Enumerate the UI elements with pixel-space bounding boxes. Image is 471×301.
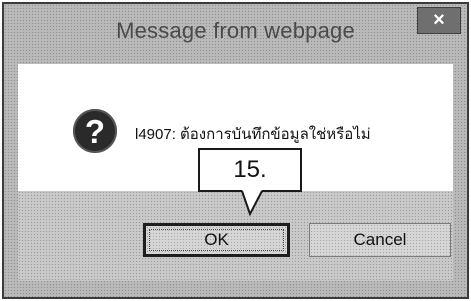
dialog-message: l4907: ต้องการบันทึกข้อมูลใช่หรือไม่ [135, 126, 371, 143]
question-icon: ? [73, 109, 117, 153]
button-bar: OK Cancel [18, 191, 453, 281]
focus-rectangle [149, 229, 284, 251]
cancel-button[interactable]: Cancel [309, 223, 451, 257]
cancel-button-label: Cancel [353, 230, 407, 249]
dialog-title: Message from webpage [116, 18, 355, 43]
step-callout: 15. [198, 148, 302, 192]
close-icon: × [433, 9, 445, 31]
callout-pointer [241, 190, 263, 217]
close-button[interactable]: × [417, 7, 461, 34]
ok-button[interactable]: OK [143, 223, 290, 257]
title-bar[interactable]: Message from webpage × [4, 4, 467, 64]
